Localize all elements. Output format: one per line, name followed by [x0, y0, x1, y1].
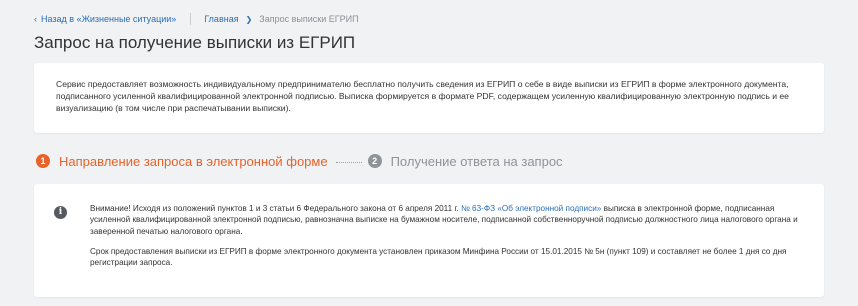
back-link[interactable]: ‹ Назад в «Жизненные ситуации» — [34, 14, 176, 24]
step-1[interactable]: 1 Направление запроса в электронной форм… — [36, 154, 328, 169]
step-1-label: Направление запроса в электронной форме — [59, 153, 328, 169]
step-progress: 1 Направление запроса в электронной форм… — [36, 152, 563, 170]
nav-divider — [190, 13, 192, 25]
chevron-left-icon: ‹ — [34, 13, 37, 24]
law-link[interactable]: № 63-ФЗ «Об электронной подписи» — [461, 204, 601, 213]
description-card: Сервис предоставляет возможность индивид… — [34, 63, 824, 133]
notice-text-before: Внимание! Исходя из положений пунктов 1 … — [90, 204, 461, 213]
notice-card: i Внимание! Исходя из положений пунктов … — [34, 184, 824, 297]
step-connector — [335, 161, 362, 163]
breadcrumb-home[interactable]: Главная — [204, 14, 238, 24]
step-2-number: 2 — [367, 154, 382, 168]
top-navigation: ‹ Назад в «Жизненные ситуации» Главная ❯… — [34, 12, 359, 26]
info-icon: i — [54, 206, 67, 219]
breadcrumb-current: Запрос выписки ЕГРИП — [259, 14, 359, 24]
page-title: Запрос на получение выписки из ЕГРИП — [34, 33, 356, 52]
back-link-label: Назад в «Жизненные ситуации» — [41, 14, 177, 24]
step-2[interactable]: 2 Получение ответа на запрос — [367, 153, 563, 169]
chevron-right-icon: ❯ — [245, 14, 253, 24]
notice-paragraph-2: Срок предоставления выписки из ЕГРИП в ф… — [90, 246, 787, 268]
step-2-label: Получение ответа на запрос — [390, 153, 563, 169]
step-1-number: 1 — [36, 154, 50, 168]
notice-paragraph-1: Внимание! Исходя из положений пунктов 1 … — [90, 203, 800, 237]
description-text: Сервис предоставляет возможность индивид… — [56, 79, 789, 113]
